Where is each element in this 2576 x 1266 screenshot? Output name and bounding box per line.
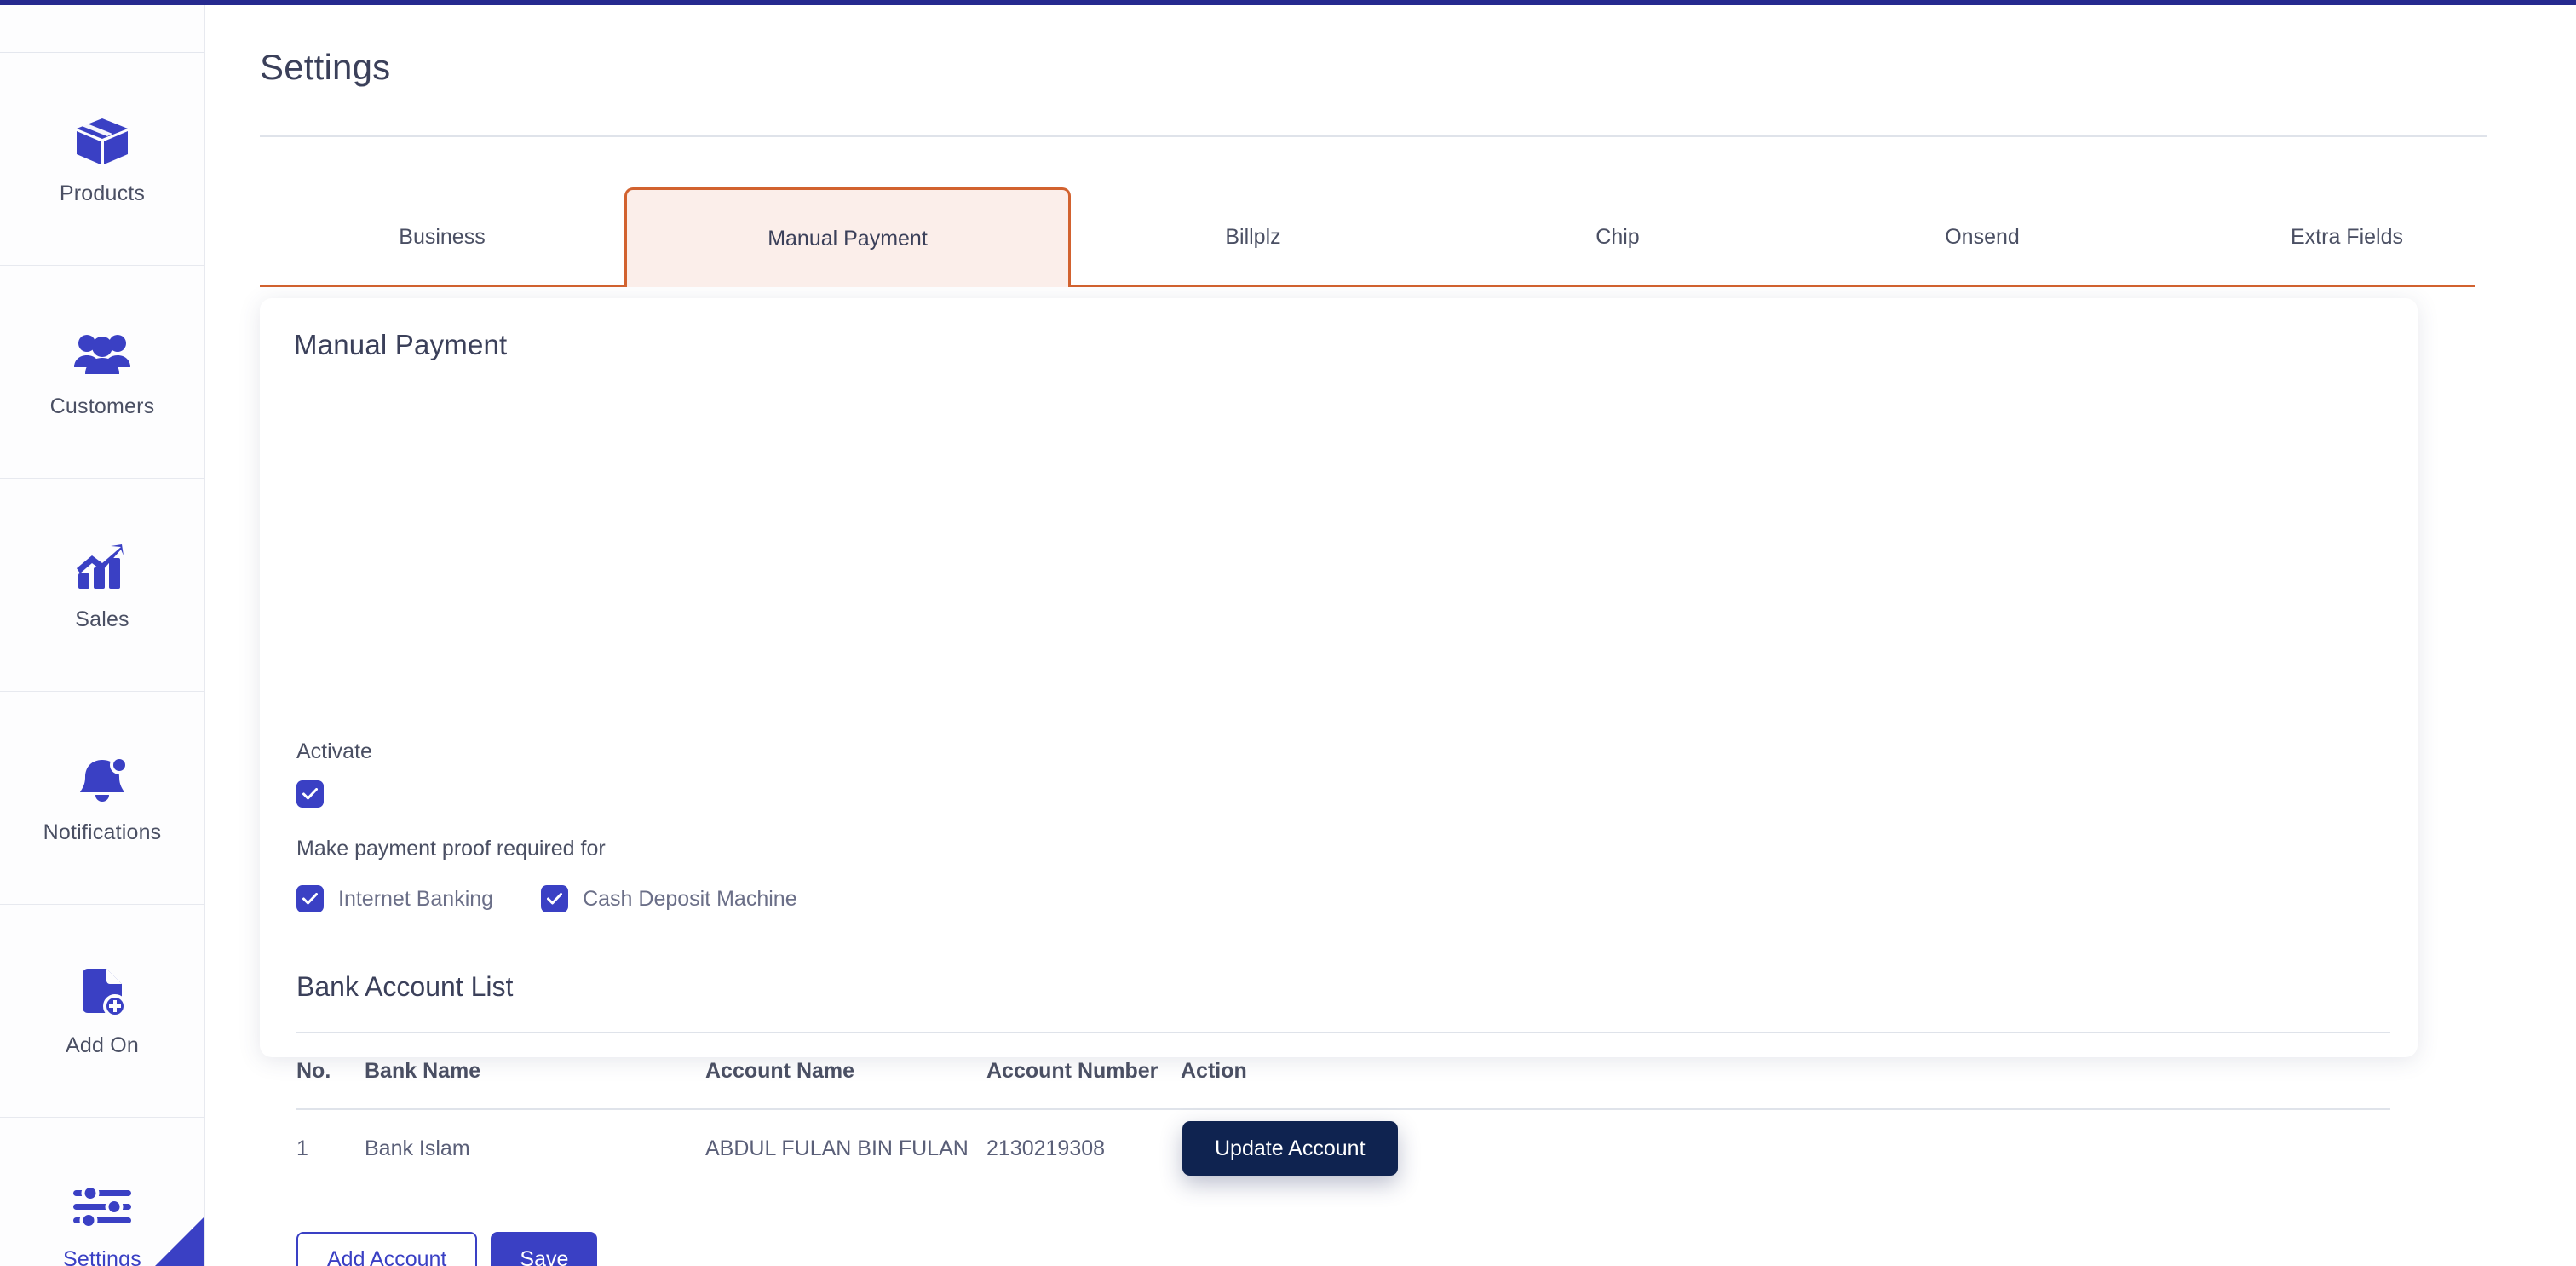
cell-no: 1 — [296, 1136, 308, 1160]
settings-tab-strip: Business Manual Payment Billplz Chip Ons… — [260, 187, 2475, 287]
main-sidebar: Products Customers Sales Notifications A… — [0, 5, 205, 1266]
tab-billplz[interactable]: Billplz — [1071, 187, 1435, 287]
cell-action: Update Account — [1181, 1121, 2390, 1176]
add-account-button[interactable]: Add Account — [296, 1232, 478, 1266]
column-header-account-number: Account Number — [986, 1058, 1159, 1083]
column-header-account-name: Account Name — [705, 1058, 855, 1083]
payment-proof-label: Make payment proof required for — [296, 837, 606, 860]
bank-account-list-title: Bank Account List — [296, 971, 514, 1002]
top-accent-bar — [0, 0, 2576, 5]
app-root: Products Customers Sales Notifications A… — [0, 0, 2576, 1266]
sidebar-item-label: Sales — [75, 607, 129, 631]
column-header-no: No. — [296, 1058, 331, 1083]
cell-account-number: 2130219308 — [986, 1136, 1106, 1160]
sidebar-corner-accent — [155, 1217, 204, 1266]
table-header-row: No. Bank Name Account Name Account Numbe… — [296, 1033, 2390, 1108]
internet-banking-checkbox[interactable] — [296, 885, 324, 912]
card-footer-buttons: Add Account Save — [296, 1232, 598, 1266]
tab-chip[interactable]: Chip — [1435, 187, 1800, 287]
card-title: Manual Payment — [294, 329, 508, 360]
tab-onsend[interactable]: Onsend — [1800, 187, 2165, 287]
sidebar-item-customers[interactable]: Customers — [0, 266, 204, 479]
sidebar-item-notifications[interactable]: Notifications — [0, 692, 204, 905]
activate-label: Activate — [296, 739, 372, 763]
activate-checkbox[interactable] — [296, 780, 324, 808]
tab-manual-payment[interactable]: Manual Payment — [624, 187, 1071, 287]
bell-icon — [71, 752, 134, 809]
header-divider — [260, 135, 2487, 137]
tab-business[interactable]: Business — [260, 187, 624, 287]
sidebar-item-label: Notifications — [43, 820, 162, 844]
chart-up-icon — [71, 539, 134, 596]
check-icon — [302, 788, 318, 800]
update-account-button[interactable]: Update Account — [1182, 1121, 1398, 1176]
payment-proof-options: Internet Banking Cash Deposit Machine — [296, 885, 797, 912]
users-icon — [71, 326, 134, 383]
internet-banking-label: Internet Banking — [338, 886, 494, 911]
file-plus-icon — [71, 965, 134, 1021]
sidebar-item-label: Settings — [63, 1246, 141, 1266]
bank-account-table: No. Bank Name Account Name Account Numbe… — [296, 1032, 2390, 1187]
table-row: 1 Bank Islam ABDUL FULAN BIN FULAN 21302… — [296, 1110, 2390, 1187]
sidebar-item-sales[interactable]: Sales — [0, 479, 204, 692]
cell-bank-name: Bank Islam — [365, 1136, 470, 1160]
sidebar-item-label: Customers — [49, 394, 155, 418]
check-icon — [302, 893, 318, 905]
sidebar-item-label: Products — [59, 181, 146, 205]
box-icon — [71, 113, 134, 170]
cash-deposit-machine-label: Cash Deposit Machine — [583, 886, 797, 911]
sidebar-item-products[interactable]: Products — [0, 53, 204, 266]
check-icon — [547, 893, 563, 905]
save-button[interactable]: Save — [491, 1232, 598, 1266]
manual-payment-card: Manual Payment Activate Make payment pro… — [260, 298, 2418, 1266]
cell-account-name: ABDUL FULAN BIN FULAN — [705, 1136, 969, 1160]
tab-extra-fields[interactable]: Extra Fields — [2165, 187, 2529, 287]
sliders-icon — [71, 1179, 134, 1235]
column-header-bank-name: Bank Name — [365, 1058, 481, 1083]
sidebar-item-add-on[interactable]: Add On — [0, 905, 204, 1118]
column-header-action: Action — [1181, 1058, 1247, 1083]
cash-deposit-machine-checkbox[interactable] — [541, 885, 569, 912]
sidebar-item-label: Add On — [66, 1033, 139, 1057]
page-title: Settings — [260, 47, 391, 87]
